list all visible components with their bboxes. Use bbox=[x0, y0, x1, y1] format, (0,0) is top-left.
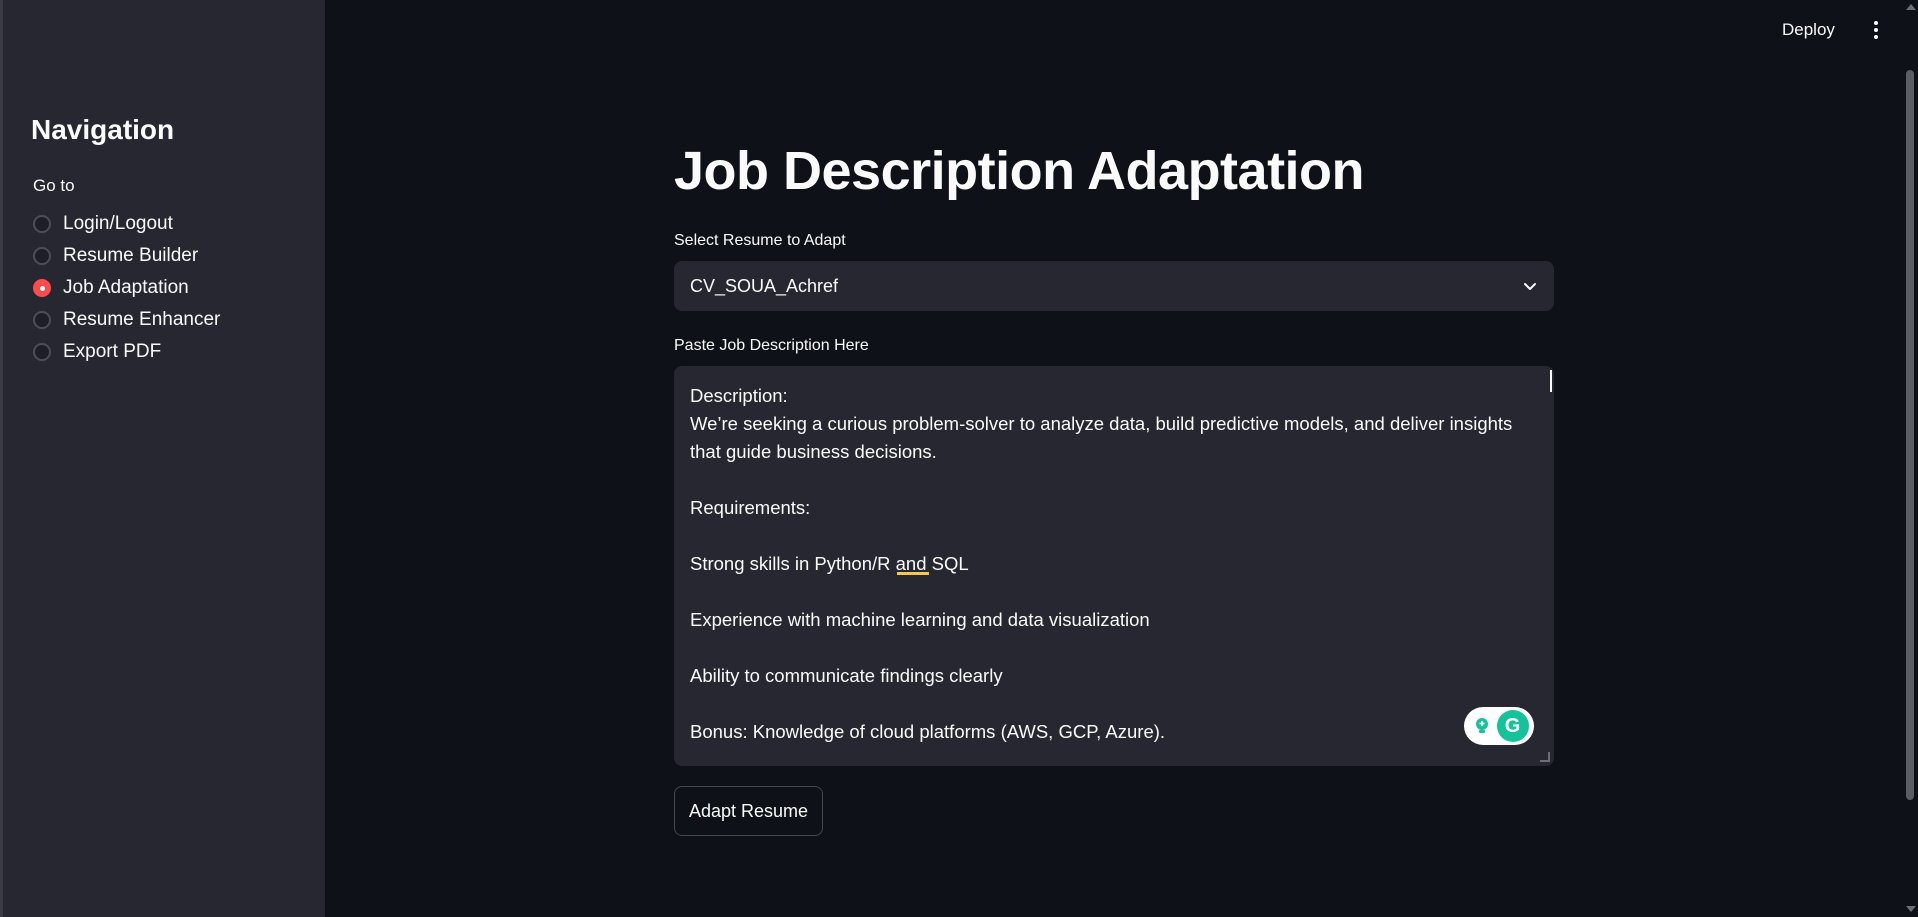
grammarly-widget[interactable]: G bbox=[1464, 707, 1534, 745]
adapt-resume-button[interactable]: Adapt Resume bbox=[674, 786, 824, 836]
scrollbar-thumb[interactable] bbox=[1906, 70, 1914, 800]
select-value: CV_SOUA_Achref bbox=[690, 275, 839, 296]
page-title: Job Description Adaptation bbox=[674, 141, 1365, 201]
radio-resume-enhancer[interactable]: Resume Enhancer bbox=[33, 304, 220, 336]
radio-resume-builder[interactable]: Resume Builder bbox=[33, 240, 220, 272]
sidebar-title: Navigation bbox=[31, 114, 175, 145]
radio-label: Resume Builder bbox=[63, 245, 199, 266]
radio-export-pdf[interactable]: Export PDF bbox=[33, 336, 220, 368]
radio-label: Export PDF bbox=[63, 341, 162, 362]
radio-job-adaptation[interactable]: Job Adaptation bbox=[33, 272, 220, 304]
radio-group-label: Go to bbox=[33, 176, 75, 195]
select-label: Select Resume to Adapt bbox=[674, 232, 846, 249]
radio-label: Resume Enhancer bbox=[63, 309, 221, 330]
resume-select[interactable]: CV_SOUA_Achref bbox=[674, 261, 1554, 311]
textarea-label: Paste Job Description Here bbox=[674, 337, 869, 354]
radio-circle-icon bbox=[33, 215, 51, 233]
text-cursor bbox=[1550, 370, 1552, 392]
radio-checked-icon bbox=[33, 279, 51, 297]
radio-label: Login/Logout bbox=[63, 213, 173, 234]
scroll-down-icon[interactable] bbox=[1906, 906, 1916, 912]
grammarly-logo-icon[interactable]: G bbox=[1496, 710, 1529, 742]
textarea-content: Description: We’re seeking a curious pro… bbox=[690, 385, 1513, 742]
radio-circle-icon bbox=[33, 343, 51, 361]
grammar-underline bbox=[897, 572, 929, 575]
resize-handle-icon[interactable] bbox=[1540, 752, 1550, 762]
nav-radio-group: Login/Logout Resume Builder Job Adaptati… bbox=[33, 208, 220, 368]
deploy-button[interactable]: Deploy bbox=[1782, 20, 1835, 40]
radio-circle-icon bbox=[33, 247, 51, 265]
radio-label: Job Adaptation bbox=[63, 277, 189, 298]
radio-circle-icon bbox=[33, 311, 51, 329]
sidebar: Navigation Go to Login/Logout Resume Bui… bbox=[0, 0, 325, 917]
lightbulb-icon[interactable] bbox=[1469, 714, 1494, 738]
chevron-down-icon bbox=[1524, 283, 1536, 290]
radio-login-logout[interactable]: Login/Logout bbox=[33, 208, 220, 240]
scroll-up-icon[interactable] bbox=[1906, 4, 1916, 10]
kebab-menu-icon[interactable] bbox=[1869, 18, 1883, 48]
job-description-textarea[interactable]: Description: We’re seeking a curious pro… bbox=[674, 366, 1554, 766]
